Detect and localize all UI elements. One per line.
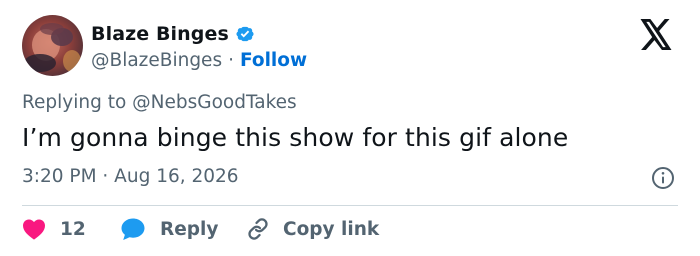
copy-link-label: Copy link [283,218,380,240]
link-icon [248,218,268,240]
author-display-name[interactable]: Blaze Binges [91,23,229,45]
reply-label: Reply [160,218,219,240]
copy-link-button[interactable]: Copy link [245,214,379,244]
verified-badge-icon [235,24,255,44]
author-name-row: Blaze Binges [91,22,255,46]
reply-context[interactable]: Replying to @NebsGoodTakes [22,92,297,113]
info-icon[interactable] [651,166,675,190]
heart-icon [23,219,45,240]
x-logo-icon[interactable] [639,19,673,50]
author-handle[interactable]: @BlazeBinges [91,50,222,71]
like-count: 12 [60,218,86,240]
author-handle-row: @BlazeBinges · Follow [91,48,307,72]
tweet-text: I’m gonna binge this show for this gif a… [22,123,569,152]
avatar[interactable] [22,15,83,76]
speech-bubble-icon [121,218,145,240]
avatar-image [22,15,83,76]
reply-button[interactable]: Reply [120,214,218,244]
separator-dot: · [228,49,234,71]
like-button[interactable]: 12 [22,214,86,244]
tweet-card: Blaze Binges @BlazeBinges · Follow Reply… [0,0,700,256]
tweet-timestamp[interactable]: 3:20 PM · Aug 16, 2026 [22,166,239,187]
divider [22,205,678,206]
follow-button[interactable]: Follow [240,50,307,71]
